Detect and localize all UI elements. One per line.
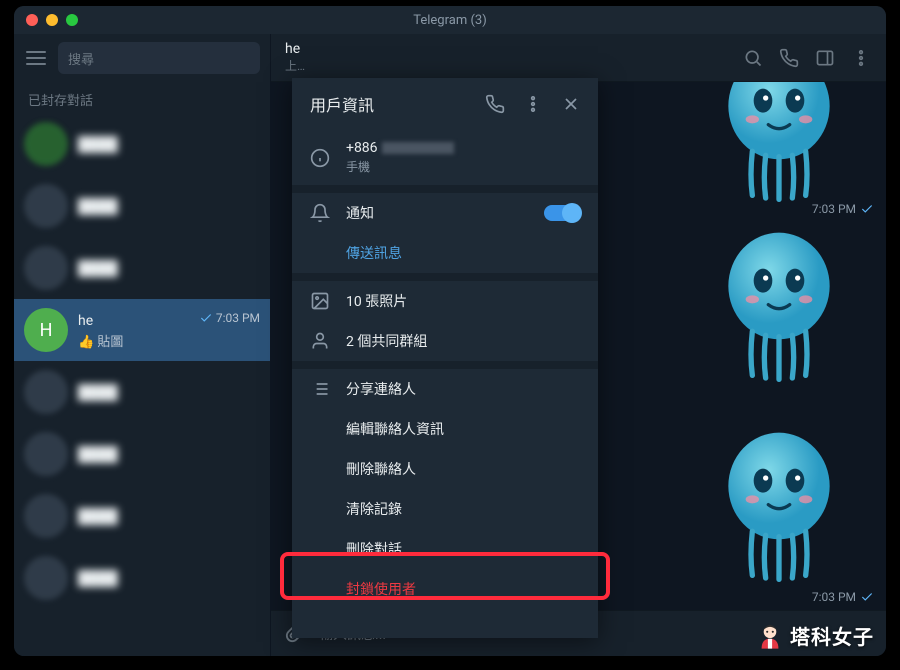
chat-name: he <box>78 313 93 329</box>
check-icon <box>199 311 213 325</box>
chat-header: he 上… <box>271 34 886 82</box>
groups-row[interactable]: 2 個共同群組 <box>292 321 598 361</box>
watermark: 塔科女子 <box>756 621 874 650</box>
list-item[interactable]: ████ <box>14 237 270 299</box>
list-item[interactable]: ████ <box>14 175 270 237</box>
chat-preview: 👍 貼圖 <box>78 331 260 350</box>
list-item[interactable]: ████ <box>14 361 270 423</box>
notifications-toggle[interactable] <box>544 205 580 221</box>
panel-header: 用戶資訊 <box>292 78 598 130</box>
search-icon[interactable] <box>742 47 764 69</box>
notifications-row[interactable]: 通知 <box>292 193 598 233</box>
list-item-active[interactable]: H he 7:03 PM 👍 貼圖 <box>14 299 270 361</box>
call-icon[interactable] <box>778 47 800 69</box>
close-icon[interactable] <box>552 85 590 123</box>
window-controls <box>14 14 78 26</box>
more-icon[interactable] <box>850 47 872 69</box>
watermark-text: 塔科女子 <box>790 621 874 650</box>
chat-header-info[interactable]: he 上… <box>285 41 728 74</box>
send-message-link[interactable]: 傳送訊息 <box>292 233 598 273</box>
minimize-window-button[interactable] <box>46 14 58 26</box>
user-icon <box>310 331 346 351</box>
check-icon <box>860 202 874 216</box>
list-item[interactable]: ████ <box>14 423 270 485</box>
phone-label: 手機 <box>346 158 454 175</box>
archived-label[interactable]: 已封存對話 <box>14 82 270 113</box>
panel-body: +886 手機 通知 傳送訊息 10 張照片 2 個共同群組 分享連絡人 編輯聯… <box>292 130 598 638</box>
watermark-icon <box>756 622 784 650</box>
user-info-panel: 用戶資訊 +886 手機 通知 傳送訊息 10 張照片 2 個共同群組 <box>292 78 598 638</box>
check-icon <box>860 590 874 604</box>
chat-list: ████ ████ ████ H he 7:03 PM 👍 貼圖 <box>14 113 270 656</box>
chat-time: 7:03 PM <box>199 311 260 325</box>
clear-history-row[interactable]: 清除記錄 <box>292 489 598 529</box>
more-icon[interactable] <box>514 85 552 123</box>
image-icon <box>310 291 346 311</box>
call-icon[interactable] <box>476 85 514 123</box>
list-item[interactable]: ████ <box>14 113 270 175</box>
phone-value: +886 <box>346 140 454 156</box>
sticker-message[interactable] <box>704 222 854 382</box>
list-icon <box>310 379 346 399</box>
sidebar-top: 搜尋 <box>14 34 270 82</box>
sticker-message[interactable] <box>704 82 854 202</box>
chat-header-name: he <box>285 41 728 57</box>
sticker-message[interactable] <box>704 422 854 582</box>
zoom-window-button[interactable] <box>66 14 78 26</box>
avatar: H <box>24 308 68 352</box>
share-contact-row[interactable]: 分享連絡人 <box>292 369 598 409</box>
menu-button[interactable] <box>24 46 48 70</box>
chat-header-subtitle: 上… <box>285 57 728 74</box>
delete-contact-row[interactable]: 刪除聯絡人 <box>292 449 598 489</box>
message-time: 7:03 PM <box>812 590 874 604</box>
edit-contact-row[interactable]: 編輯聯絡人資訊 <box>292 409 598 449</box>
list-item[interactable]: ████ <box>14 547 270 609</box>
panel-title: 用戶資訊 <box>310 92 476 116</box>
info-icon <box>310 148 346 168</box>
phone-row[interactable]: +886 手機 <box>292 130 598 185</box>
search-input[interactable]: 搜尋 <box>58 42 260 74</box>
block-user-row[interactable]: 封鎖使用者 <box>292 569 598 609</box>
photos-row[interactable]: 10 張照片 <box>292 281 598 321</box>
bell-icon <box>310 203 346 223</box>
message-time: 7:03 PM <box>812 202 874 216</box>
sidepanel-icon[interactable] <box>814 47 836 69</box>
delete-chat-row[interactable]: 刪除對話 <box>292 529 598 569</box>
close-window-button[interactable] <box>26 14 38 26</box>
list-item[interactable]: ████ <box>14 485 270 547</box>
sidebar: 搜尋 已封存對話 ████ ████ ████ H he 7:03 PM <box>14 34 271 656</box>
titlebar: Telegram (3) <box>14 6 886 34</box>
window-title: Telegram (3) <box>14 13 886 28</box>
